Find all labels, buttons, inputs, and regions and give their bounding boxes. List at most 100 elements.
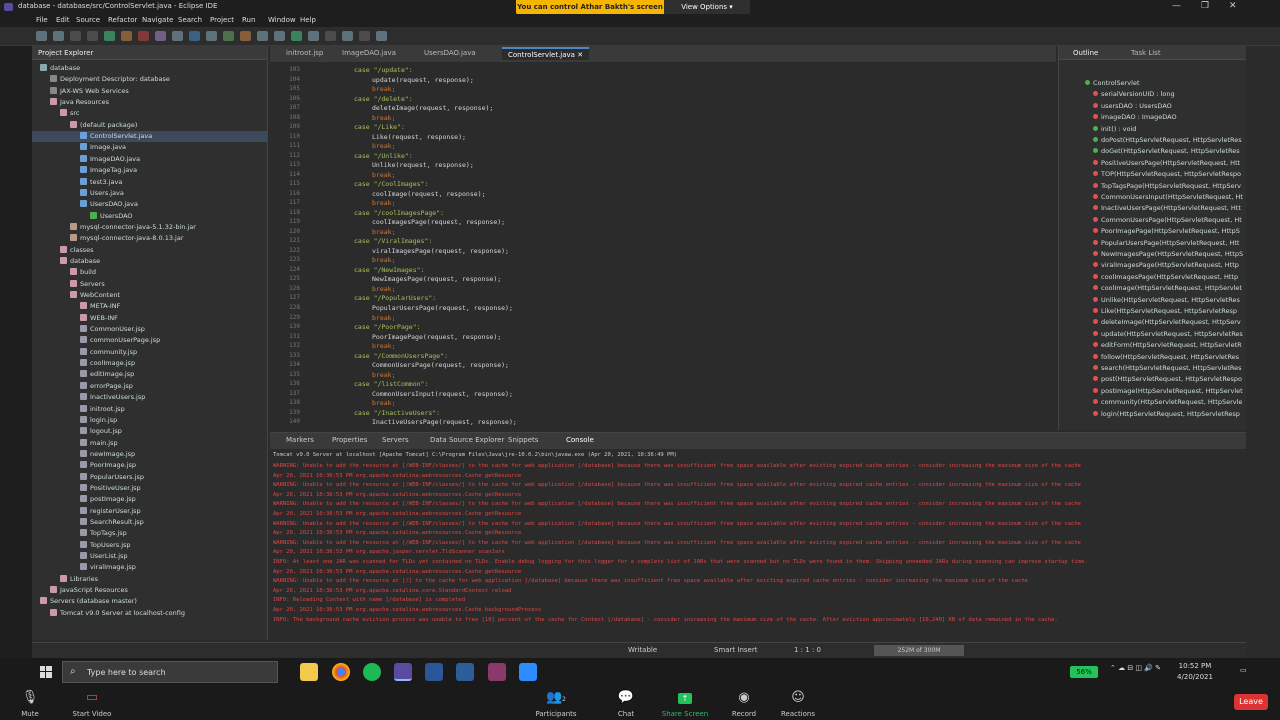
outline-item[interactable]: editForm(HttpServletRequest, HttpServlet… (1093, 340, 1242, 351)
toolbar-button-icon[interactable] (70, 31, 81, 41)
spotify-icon[interactable] (363, 663, 381, 681)
menu-run[interactable]: Run (242, 16, 255, 24)
tree-item[interactable]: errorPage.jsp (32, 381, 267, 392)
code-line[interactable]: case "/PoorPage": (354, 323, 421, 331)
tray-icons[interactable]: ⌃ ☁ ⊟ ◫ 🔊 ✎ (1110, 664, 1161, 672)
code-line[interactable]: case "/coolImagesPage": (354, 209, 444, 217)
tree-item[interactable]: Servers (database master) (32, 596, 267, 607)
menu-project[interactable]: Project (210, 16, 234, 24)
view-options-button[interactable]: View Options ▾ (664, 0, 750, 15)
file-explorer-icon[interactable] (300, 663, 318, 681)
close-tab-icon[interactable]: ✕ (575, 51, 583, 59)
tree-item[interactable]: PopularUsers.jsp (32, 472, 267, 483)
tree-item[interactable]: ImageDAO.java (32, 154, 267, 165)
outline-item[interactable]: TOP(HttpServletRequest, HttpServletRespo (1093, 169, 1241, 180)
code-line[interactable]: case "/InactiveUsers": (354, 409, 440, 417)
heap-status[interactable]: 252M of 300M (874, 645, 964, 656)
toolbar-button-icon[interactable] (359, 31, 370, 41)
tree-item[interactable]: commonUserPage.jsp (32, 335, 267, 346)
tree-item[interactable]: classes (32, 245, 267, 256)
tree-item[interactable]: TopUsers.jsp (32, 540, 267, 551)
toolbar-button-icon[interactable] (342, 31, 353, 41)
code-line[interactable]: case "/PopularUsers": (354, 294, 436, 302)
console-tab-servers[interactable]: Servers (382, 436, 409, 444)
tree-item[interactable]: UserList.jsp (32, 551, 267, 562)
toolbar-button-icon[interactable] (36, 31, 47, 41)
toolbar-button-icon[interactable] (257, 31, 268, 41)
code-line[interactable]: case "/ViralImages": (354, 237, 432, 245)
notifications-icon[interactable]: ▭ (1240, 666, 1247, 674)
outline-item[interactable]: NewImagesPage(HttpServletRequest, HttpS (1093, 249, 1243, 260)
tree-item[interactable]: UsersDAO (32, 211, 267, 222)
code-line[interactable]: break; (372, 285, 395, 293)
outline-item[interactable]: community(HttpServletRequest, HttpServle (1093, 397, 1242, 408)
eclipse-taskbar-icon[interactable] (394, 663, 412, 681)
outline-item[interactable]: PositiveUsersPage(HttpServletRequest, Ht… (1093, 158, 1240, 169)
start-video-button[interactable]: Start Video (57, 710, 127, 718)
toolbar-button-icon[interactable] (155, 31, 166, 41)
outline-item[interactable]: InactiveUsersPage(HttpServletRequest, Ht… (1093, 203, 1241, 214)
tree-item[interactable]: WebContent (32, 290, 267, 301)
menu-file[interactable]: File (36, 16, 48, 24)
tree-item[interactable]: coolImage.jsp (32, 358, 267, 369)
toolbar-button-icon[interactable] (172, 31, 183, 41)
tree-item[interactable]: build (32, 267, 267, 278)
outline-item[interactable]: PopularUsersPage(HttpServletRequest, Htt (1093, 238, 1239, 249)
code-line[interactable]: case "/update": (354, 66, 413, 74)
video-off-icon[interactable]: ▭ (57, 690, 127, 705)
tree-item[interactable]: mysql-connector-java-8.0.13.jar (32, 233, 267, 244)
toolbar-button-icon[interactable] (376, 31, 387, 41)
code-line[interactable]: PopularUsersPage(request, response); (372, 304, 513, 312)
menu-edit[interactable]: Edit (56, 16, 70, 24)
tree-item[interactable]: ImageTag.java (32, 165, 267, 176)
code-line[interactable]: case "/NewImages": (354, 266, 424, 274)
tree-item[interactable]: initroot.jsp (32, 404, 267, 415)
editor-tab[interactable]: ControlServlet.java ✕ (502, 47, 590, 60)
toolbar-button-icon[interactable] (138, 31, 149, 41)
code-line[interactable]: NewImagesPage(request, response); (372, 275, 501, 283)
word-icon[interactable] (425, 663, 443, 681)
outline-item[interactable]: viralImagesPage(HttpServletRequest, Http (1093, 260, 1239, 271)
chrome-icon[interactable] (332, 663, 350, 681)
participants-button[interactable]: Participants (521, 710, 591, 718)
code-line[interactable]: break; (372, 142, 395, 150)
outline-item[interactable]: Like(HttpServletRequest, HttpServletResp (1093, 306, 1237, 317)
code-line[interactable]: coolImagesPage(request, response); (372, 218, 505, 226)
outline-item[interactable]: doPost(HttpServletRequest, HttpServletRe… (1093, 135, 1242, 146)
toolbar-button-icon[interactable] (189, 31, 200, 41)
tree-item[interactable]: postImage.jsp (32, 494, 267, 505)
code-line[interactable]: Like(request, response); (372, 133, 466, 141)
outline-item[interactable]: imageDAO : ImageDAO (1093, 112, 1177, 123)
console-tab-console[interactable]: Console (566, 436, 594, 444)
taskbar-search[interactable]: ⌕ Type here to search (62, 661, 278, 683)
tree-item[interactable]: logout.jsp (32, 426, 267, 437)
tree-item[interactable]: UsersDAO.java (32, 199, 267, 210)
outline-item[interactable]: post(HttpServletRequest, HttpServletResp… (1093, 374, 1242, 385)
console-tab-markers[interactable]: Markers (286, 436, 314, 444)
tree-item[interactable]: viralImage.jsp (32, 562, 267, 573)
toolbar-button-icon[interactable] (308, 31, 319, 41)
reactions-button[interactable]: Reactions (763, 710, 833, 718)
tree-item[interactable]: Deployment Descriptor: database (32, 74, 267, 85)
outline-item[interactable]: login(HttpServletRequest, HttpServletRes… (1093, 409, 1240, 420)
code-line[interactable]: case "/Unlike": (354, 152, 413, 160)
code-line[interactable]: break; (372, 371, 395, 379)
app-icon[interactable] (456, 663, 474, 681)
tree-item[interactable]: JAX-WS Web Services (32, 86, 267, 97)
tab-task-list[interactable]: Task List (1131, 49, 1161, 57)
participants-icon[interactable]: 👥2 (521, 690, 591, 705)
console-tab-data-source-explorer[interactable]: Data Source Explorer (430, 436, 504, 444)
menu-navigate[interactable]: Navigate (142, 16, 173, 24)
tree-item[interactable]: PositiveUser.jsp (32, 483, 267, 494)
tree-item[interactable]: src (32, 108, 267, 119)
outline-item[interactable]: usersDAO : UsersDAO (1093, 101, 1172, 112)
toolbar-button-icon[interactable] (223, 31, 234, 41)
menu-refactor[interactable]: Refactor (108, 16, 137, 24)
tree-item[interactable]: mysql-connector-java-5.1.32-bin.jar (32, 222, 267, 233)
code-line[interactable]: break; (372, 314, 395, 322)
maximize-icon[interactable]: ❐ (1201, 1, 1209, 11)
tree-item[interactable]: database (32, 256, 267, 267)
outline-item[interactable]: doGet(HttpServletRequest, HttpServletRes (1093, 146, 1240, 157)
code-line[interactable]: break; (372, 171, 395, 179)
outline-item[interactable]: Unlike(HttpServletRequest, HttpServletRe… (1093, 295, 1240, 306)
